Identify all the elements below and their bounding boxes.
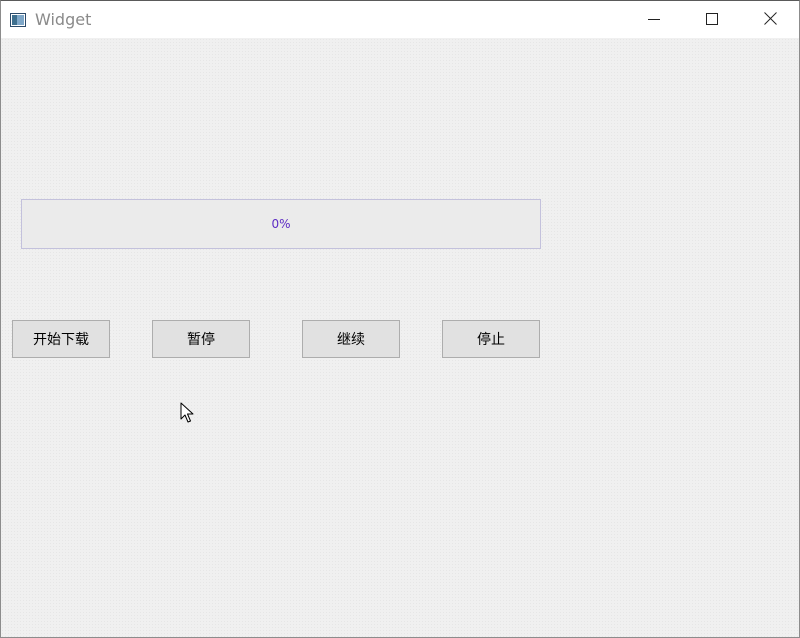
start-download-button[interactable]: 开始下载 [12,320,110,358]
window-title: Widget [35,10,92,29]
close-icon [763,10,777,29]
title-bar[interactable]: Widget [1,1,799,38]
client-area: 0% 开始下载 暂停 继续 停止 [1,38,799,637]
app-window-icon [10,12,26,27]
app-window: Widget 0% 开始下载 暂停 继续 停止 [0,0,800,638]
progress-text: 0% [271,217,291,231]
mouse-pointer-icon [180,402,194,424]
stop-button[interactable]: 停止 [442,320,540,358]
close-button[interactable] [741,1,799,38]
pause-button[interactable]: 暂停 [152,320,250,358]
download-progress-bar: 0% [21,199,541,249]
maximize-button[interactable] [683,1,741,38]
resume-button[interactable]: 继续 [302,320,400,358]
maximize-icon [706,10,718,29]
minimize-button[interactable] [625,1,683,38]
minimize-icon [648,10,660,29]
